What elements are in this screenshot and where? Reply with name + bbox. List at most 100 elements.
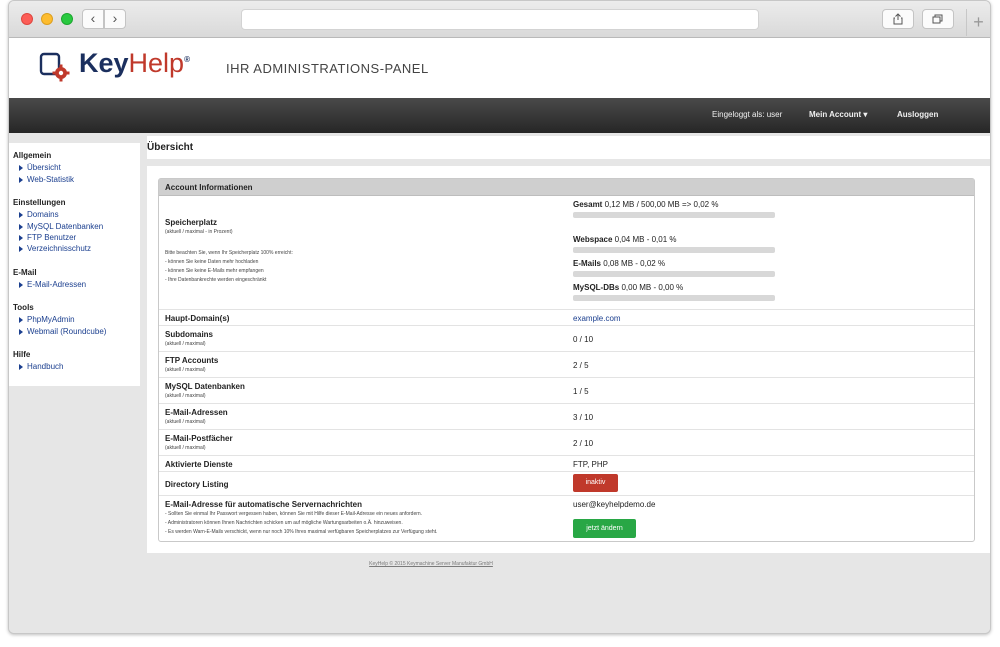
- storage-label: Speicherplatz: [165, 218, 218, 227]
- main-domain-link[interactable]: example.com: [573, 314, 621, 323]
- page-header: Übersicht: [147, 136, 990, 159]
- email-addresses-value: 3 / 10: [573, 413, 594, 422]
- back-button[interactable]: ‹: [82, 9, 104, 29]
- chevron-right-icon: ›: [112, 10, 118, 26]
- logo-help-text: Help: [128, 48, 185, 78]
- mailboxes-row: E-Mail-Postfächer (aktuell / maximal) 2 …: [159, 430, 974, 456]
- triangle-right-icon: [19, 245, 23, 252]
- show-tabs-button[interactable]: [922, 9, 954, 29]
- forward-button[interactable]: ›: [104, 9, 126, 29]
- browser-toolbar: ‹ › +: [9, 1, 990, 38]
- subdomains-row: Subdomains (aktuell / maximal) 0 / 10: [159, 326, 974, 352]
- storage-note: Bitte beachten Sie, wenn Ihr Speicherpla…: [165, 250, 293, 256]
- email-addresses-row: E-Mail-Adressen (aktuell / maximal) 3 / …: [159, 404, 974, 430]
- sidebar-item-label: Webmail (Roundcube): [27, 327, 107, 336]
- storage-webspace-name: Webspace: [573, 235, 613, 244]
- my-account-menu[interactable]: Mein Account ▾: [809, 110, 867, 119]
- storage-total-bar: [573, 212, 775, 218]
- footer: KeyHelp © 2015 Keymachine Server Manufak…: [9, 561, 990, 567]
- sidebar-item-mysql-datenbanken[interactable]: MySQL Datenbanken: [19, 222, 103, 231]
- storage-mysql-value: 0,00 MB - 0,00 %: [621, 283, 684, 292]
- sidebar-item-label: FTP Benutzer: [27, 233, 77, 242]
- sidebar-item-label: E-Mail-Adressen: [27, 280, 87, 289]
- sidebar-item-web-statistik[interactable]: Web-Statistik: [19, 175, 74, 184]
- notify-email-row: E-Mail-Adresse für automatische Serverna…: [159, 496, 974, 542]
- directory-listing-toggle-button[interactable]: inaktiv: [573, 474, 618, 492]
- main-domain-label: Haupt-Domain(s): [165, 314, 230, 323]
- sidebar-item-email-adressen[interactable]: E-Mail-Adressen: [19, 280, 86, 289]
- subdomains-label: Subdomains: [165, 330, 214, 339]
- sidebar-section-tools: Tools: [13, 303, 34, 312]
- logout-link[interactable]: Ausloggen: [897, 110, 938, 119]
- ftp-sub: (aktuell / maximal): [165, 367, 206, 373]
- keyhelp-logo-text: KeyHelp®: [79, 48, 190, 79]
- notify-note: - Es werden Warn-E-Mails verschickt, wen…: [165, 529, 438, 535]
- storage-total-name: Gesamt: [573, 200, 603, 209]
- zoom-window-button[interactable]: [61, 13, 73, 25]
- triangle-right-icon: [19, 234, 23, 241]
- share-icon: [893, 13, 903, 25]
- storage-row: Speicherplatz (aktuell / maximal - in Pr…: [159, 196, 974, 310]
- panel-header: Account Informationen: [159, 179, 974, 196]
- new-tab-button[interactable]: +: [966, 9, 990, 36]
- sidebar: Allgemein Übersicht Web-Statistik Einste…: [9, 143, 140, 386]
- keyhelp-logo-icon: [39, 52, 70, 82]
- triangle-right-icon: [19, 316, 23, 323]
- mailboxes-sub: (aktuell / maximal): [165, 445, 206, 451]
- page: KeyHelp® IHR ADMINISTRATIONS-PANEL Einge…: [9, 38, 990, 633]
- storage-total: Gesamt 0,12 MB / 500,00 MB => 0,02 %: [573, 200, 718, 209]
- storage-mysql: MySQL-DBs 0,00 MB - 0,00 %: [573, 283, 683, 292]
- logo-bar: KeyHelp® IHR ADMINISTRATIONS-PANEL: [9, 38, 990, 98]
- storage-note: - Ihre Datenbankrechte werden eingeschrä…: [165, 277, 267, 283]
- share-button[interactable]: [882, 9, 914, 29]
- sidebar-item-phpmyadmin[interactable]: PhpMyAdmin: [19, 315, 75, 324]
- change-email-button[interactable]: jetzt ändern: [573, 519, 636, 538]
- sidebar-item-label: Übersicht: [27, 163, 61, 172]
- close-window-button[interactable]: [21, 13, 33, 25]
- storage-emails: E-Mails 0,08 MB - 0,02 %: [573, 259, 665, 268]
- sidebar-item-label: PhpMyAdmin: [27, 315, 75, 324]
- ftp-value: 2 / 5: [573, 361, 589, 370]
- sidebar-section-hilfe: Hilfe: [13, 350, 31, 359]
- minimize-window-button[interactable]: [41, 13, 53, 25]
- storage-note: - können Sie keine E-Mails mehr empfange…: [165, 268, 264, 274]
- email-addresses-sub: (aktuell / maximal): [165, 419, 206, 425]
- storage-sub: (aktuell / maximal - in Prozent): [165, 229, 233, 235]
- storage-emails-bar: [573, 271, 775, 277]
- mysql-sub: (aktuell / maximal): [165, 393, 206, 399]
- chevron-left-icon: ‹: [90, 10, 96, 26]
- account-info-panel: Account Informationen Speicherplatz (akt…: [158, 178, 975, 542]
- content-area: Account Informationen Speicherplatz (akt…: [147, 166, 990, 553]
- ftp-label: FTP Accounts: [165, 356, 219, 365]
- services-label: Aktivierte Dienste: [165, 460, 233, 469]
- sidebar-item-label: Domains: [27, 210, 59, 219]
- storage-total-value: 0,12 MB / 500,00 MB => 0,02 %: [604, 200, 719, 209]
- page-title: Übersicht: [147, 142, 194, 153]
- sidebar-item-label: Web-Statistik: [27, 175, 74, 184]
- storage-emails-value: 0,08 MB - 0,02 %: [603, 259, 666, 268]
- mysql-label: MySQL Datenbanken: [165, 382, 245, 391]
- sidebar-item-uebersicht[interactable]: Übersicht: [19, 163, 61, 172]
- panel-title: Account Informationen: [165, 183, 253, 192]
- mailboxes-value: 2 / 10: [573, 439, 594, 448]
- triangle-right-icon: [19, 281, 23, 288]
- triangle-right-icon: [19, 176, 23, 183]
- logged-in-user: Eingeloggt als: user: [712, 110, 783, 119]
- sidebar-item-handbuch[interactable]: Handbuch: [19, 362, 63, 371]
- directory-listing-row: Directory Listing inaktiv: [159, 472, 974, 496]
- sidebar-item-webmail[interactable]: Webmail (Roundcube): [19, 327, 106, 336]
- sidebar-item-domains[interactable]: Domains: [19, 210, 59, 219]
- services-value: FTP, PHP: [573, 460, 608, 469]
- plus-icon: +: [973, 12, 984, 32]
- storage-webspace-value: 0,04 MB - 0,01 %: [614, 235, 677, 244]
- sidebar-section-email: E-Mail: [13, 268, 37, 277]
- storage-emails-name: E-Mails: [573, 259, 602, 268]
- address-bar[interactable]: [241, 9, 759, 30]
- subdomains-sub: (aktuell / maximal): [165, 341, 206, 347]
- footer-link[interactable]: KeyHelp © 2015 Keymachine Server Manufak…: [369, 561, 493, 567]
- sidebar-item-verzeichnisschutz[interactable]: Verzeichnisschutz: [19, 244, 91, 253]
- subdomains-value: 0 / 10: [573, 335, 594, 344]
- notify-email-value: user@keyhelpdemo.de: [573, 500, 656, 509]
- sidebar-item-ftp-benutzer[interactable]: FTP Benutzer: [19, 233, 76, 242]
- tabs-icon: [932, 14, 943, 24]
